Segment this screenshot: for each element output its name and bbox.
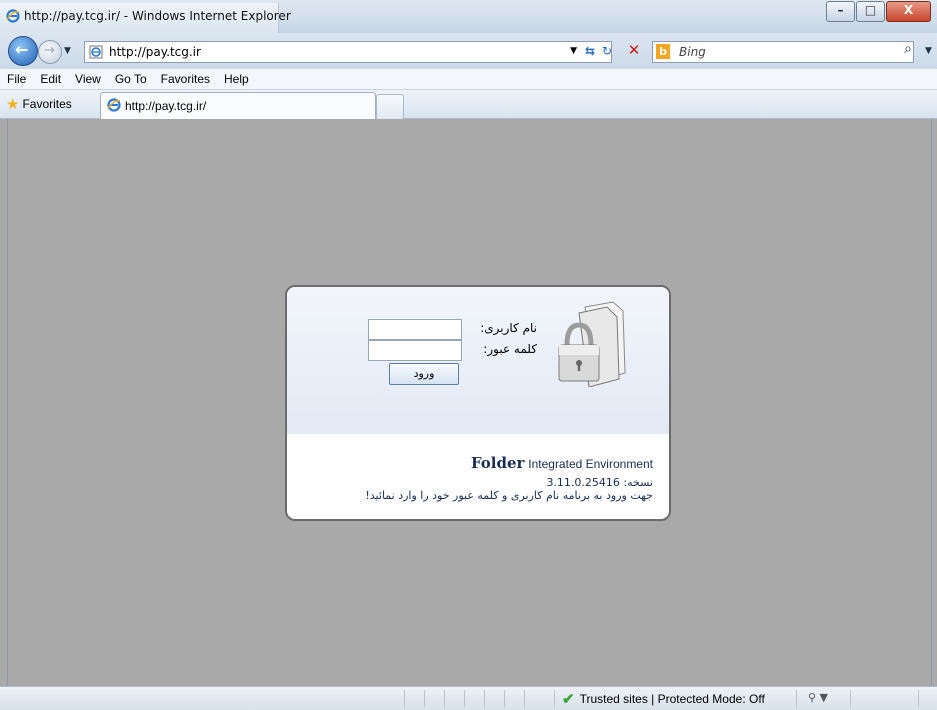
maximize-icon: □ bbox=[864, 3, 877, 17]
recent-pages-dropdown-icon[interactable]: ▼ bbox=[64, 46, 71, 56]
ie-icon bbox=[107, 98, 121, 112]
brand-name: Folder bbox=[470, 454, 525, 472]
status-divider bbox=[850, 690, 851, 707]
page-content: نام کاربری: کلمه عبور: ورود Folder Integ… bbox=[7, 119, 932, 686]
login-hint: جهت ورود به برنامه نام کاربری و کلمه عبو… bbox=[365, 489, 653, 502]
minimize-button[interactable]: – bbox=[826, 1, 855, 22]
minimize-icon: – bbox=[837, 3, 844, 17]
password-input[interactable] bbox=[368, 340, 462, 361]
back-button[interactable]: ← bbox=[8, 36, 38, 66]
window-title: http://pay.tcg.ir/ - Windows Internet Ex… bbox=[24, 9, 291, 23]
status-divider bbox=[524, 690, 525, 707]
menu-goto[interactable]: Go To bbox=[108, 72, 154, 86]
username-input[interactable] bbox=[368, 319, 462, 340]
forward-arrow-icon: → bbox=[44, 43, 55, 58]
login-form-area: نام کاربری: کلمه عبور: ورود bbox=[287, 287, 669, 434]
status-divider bbox=[504, 690, 505, 707]
maximize-button[interactable]: □ bbox=[856, 1, 885, 22]
tab-title: http://pay.tcg.ir/ bbox=[125, 99, 207, 113]
ie-icon bbox=[6, 9, 20, 23]
bing-logo-icon: b bbox=[656, 44, 670, 59]
address-text: http://pay.tcg.ir bbox=[109, 45, 201, 59]
close-button[interactable]: X bbox=[886, 1, 931, 22]
stop-icon[interactable]: ✕ bbox=[624, 41, 644, 61]
new-tab-button[interactable] bbox=[376, 94, 404, 119]
navigation-bar: ← → ▼ http://pay.tcg.ir ▼ ⇆ ↻ ✕ b Bing ⌕… bbox=[0, 33, 937, 69]
search-icon[interactable]: ⌕ bbox=[904, 41, 912, 57]
search-options-dropdown-icon[interactable]: ▼ bbox=[925, 46, 932, 56]
status-bar: ✔ Trusted sites | Protected Mode: Off ⚲ … bbox=[0, 686, 937, 710]
tab-current[interactable]: http://pay.tcg.ir/ bbox=[100, 92, 376, 119]
favorites-button[interactable]: ★ Favorites bbox=[6, 94, 72, 114]
menu-file[interactable]: File bbox=[0, 72, 33, 86]
menu-bar: File Edit View Go To Favorites Help bbox=[0, 69, 937, 90]
version-text: نسخه: 3.11.0.25416 bbox=[546, 476, 653, 489]
status-divider bbox=[444, 690, 445, 707]
username-label: نام کاربری: bbox=[480, 321, 537, 335]
product-brand: Folder Integrated Environment bbox=[471, 454, 653, 472]
menu-edit[interactable]: Edit bbox=[33, 72, 68, 86]
page-icon bbox=[89, 45, 103, 59]
address-input[interactable]: http://pay.tcg.ir ▼ ⇆ ↻ bbox=[84, 41, 612, 63]
address-dropdown-icon[interactable]: ▼ bbox=[570, 46, 577, 56]
lock-folder-icon bbox=[558, 301, 626, 387]
password-label: کلمه عبور: bbox=[483, 342, 537, 356]
menu-favorites[interactable]: Favorites bbox=[154, 72, 217, 86]
brand-subtitle: Integrated Environment bbox=[528, 457, 653, 471]
login-panel: نام کاربری: کلمه عبور: ورود Folder Integ… bbox=[285, 285, 671, 521]
favorites-star-icon: ★ bbox=[6, 95, 20, 113]
zoom-icon[interactable]: ⚲ ▼ bbox=[808, 691, 828, 704]
status-divider bbox=[464, 690, 465, 707]
security-zone[interactable]: ✔ Trusted sites | Protected Mode: Off bbox=[562, 690, 765, 708]
status-divider bbox=[796, 690, 797, 707]
login-button[interactable]: ورود bbox=[389, 363, 459, 385]
status-divider bbox=[424, 690, 425, 707]
tab-bar: ★ Favorites http://pay.tcg.ir/ bbox=[0, 90, 937, 119]
refresh-icon[interactable]: ↻ bbox=[602, 44, 612, 58]
window-controls: – □ X bbox=[825, 1, 931, 22]
checkmark-icon: ✔ bbox=[562, 691, 575, 708]
title-bar: http://pay.tcg.ir/ - Windows Internet Ex… bbox=[0, 0, 937, 33]
status-divider bbox=[484, 690, 485, 707]
menu-view[interactable]: View bbox=[68, 72, 108, 86]
security-zone-text: Trusted sites | Protected Mode: Off bbox=[579, 692, 765, 706]
close-icon: X bbox=[903, 3, 914, 17]
compatibility-view-icon[interactable]: ⇆ bbox=[585, 44, 595, 58]
status-divider bbox=[554, 690, 555, 707]
forward-button[interactable]: → bbox=[38, 40, 62, 64]
favorites-label: Favorites bbox=[22, 97, 72, 111]
status-divider bbox=[404, 690, 405, 707]
status-divider bbox=[918, 690, 919, 707]
search-input[interactable]: b Bing bbox=[652, 41, 914, 63]
menu-help[interactable]: Help bbox=[217, 72, 256, 86]
back-arrow-icon: ← bbox=[15, 40, 29, 59]
search-placeholder: Bing bbox=[679, 45, 706, 59]
